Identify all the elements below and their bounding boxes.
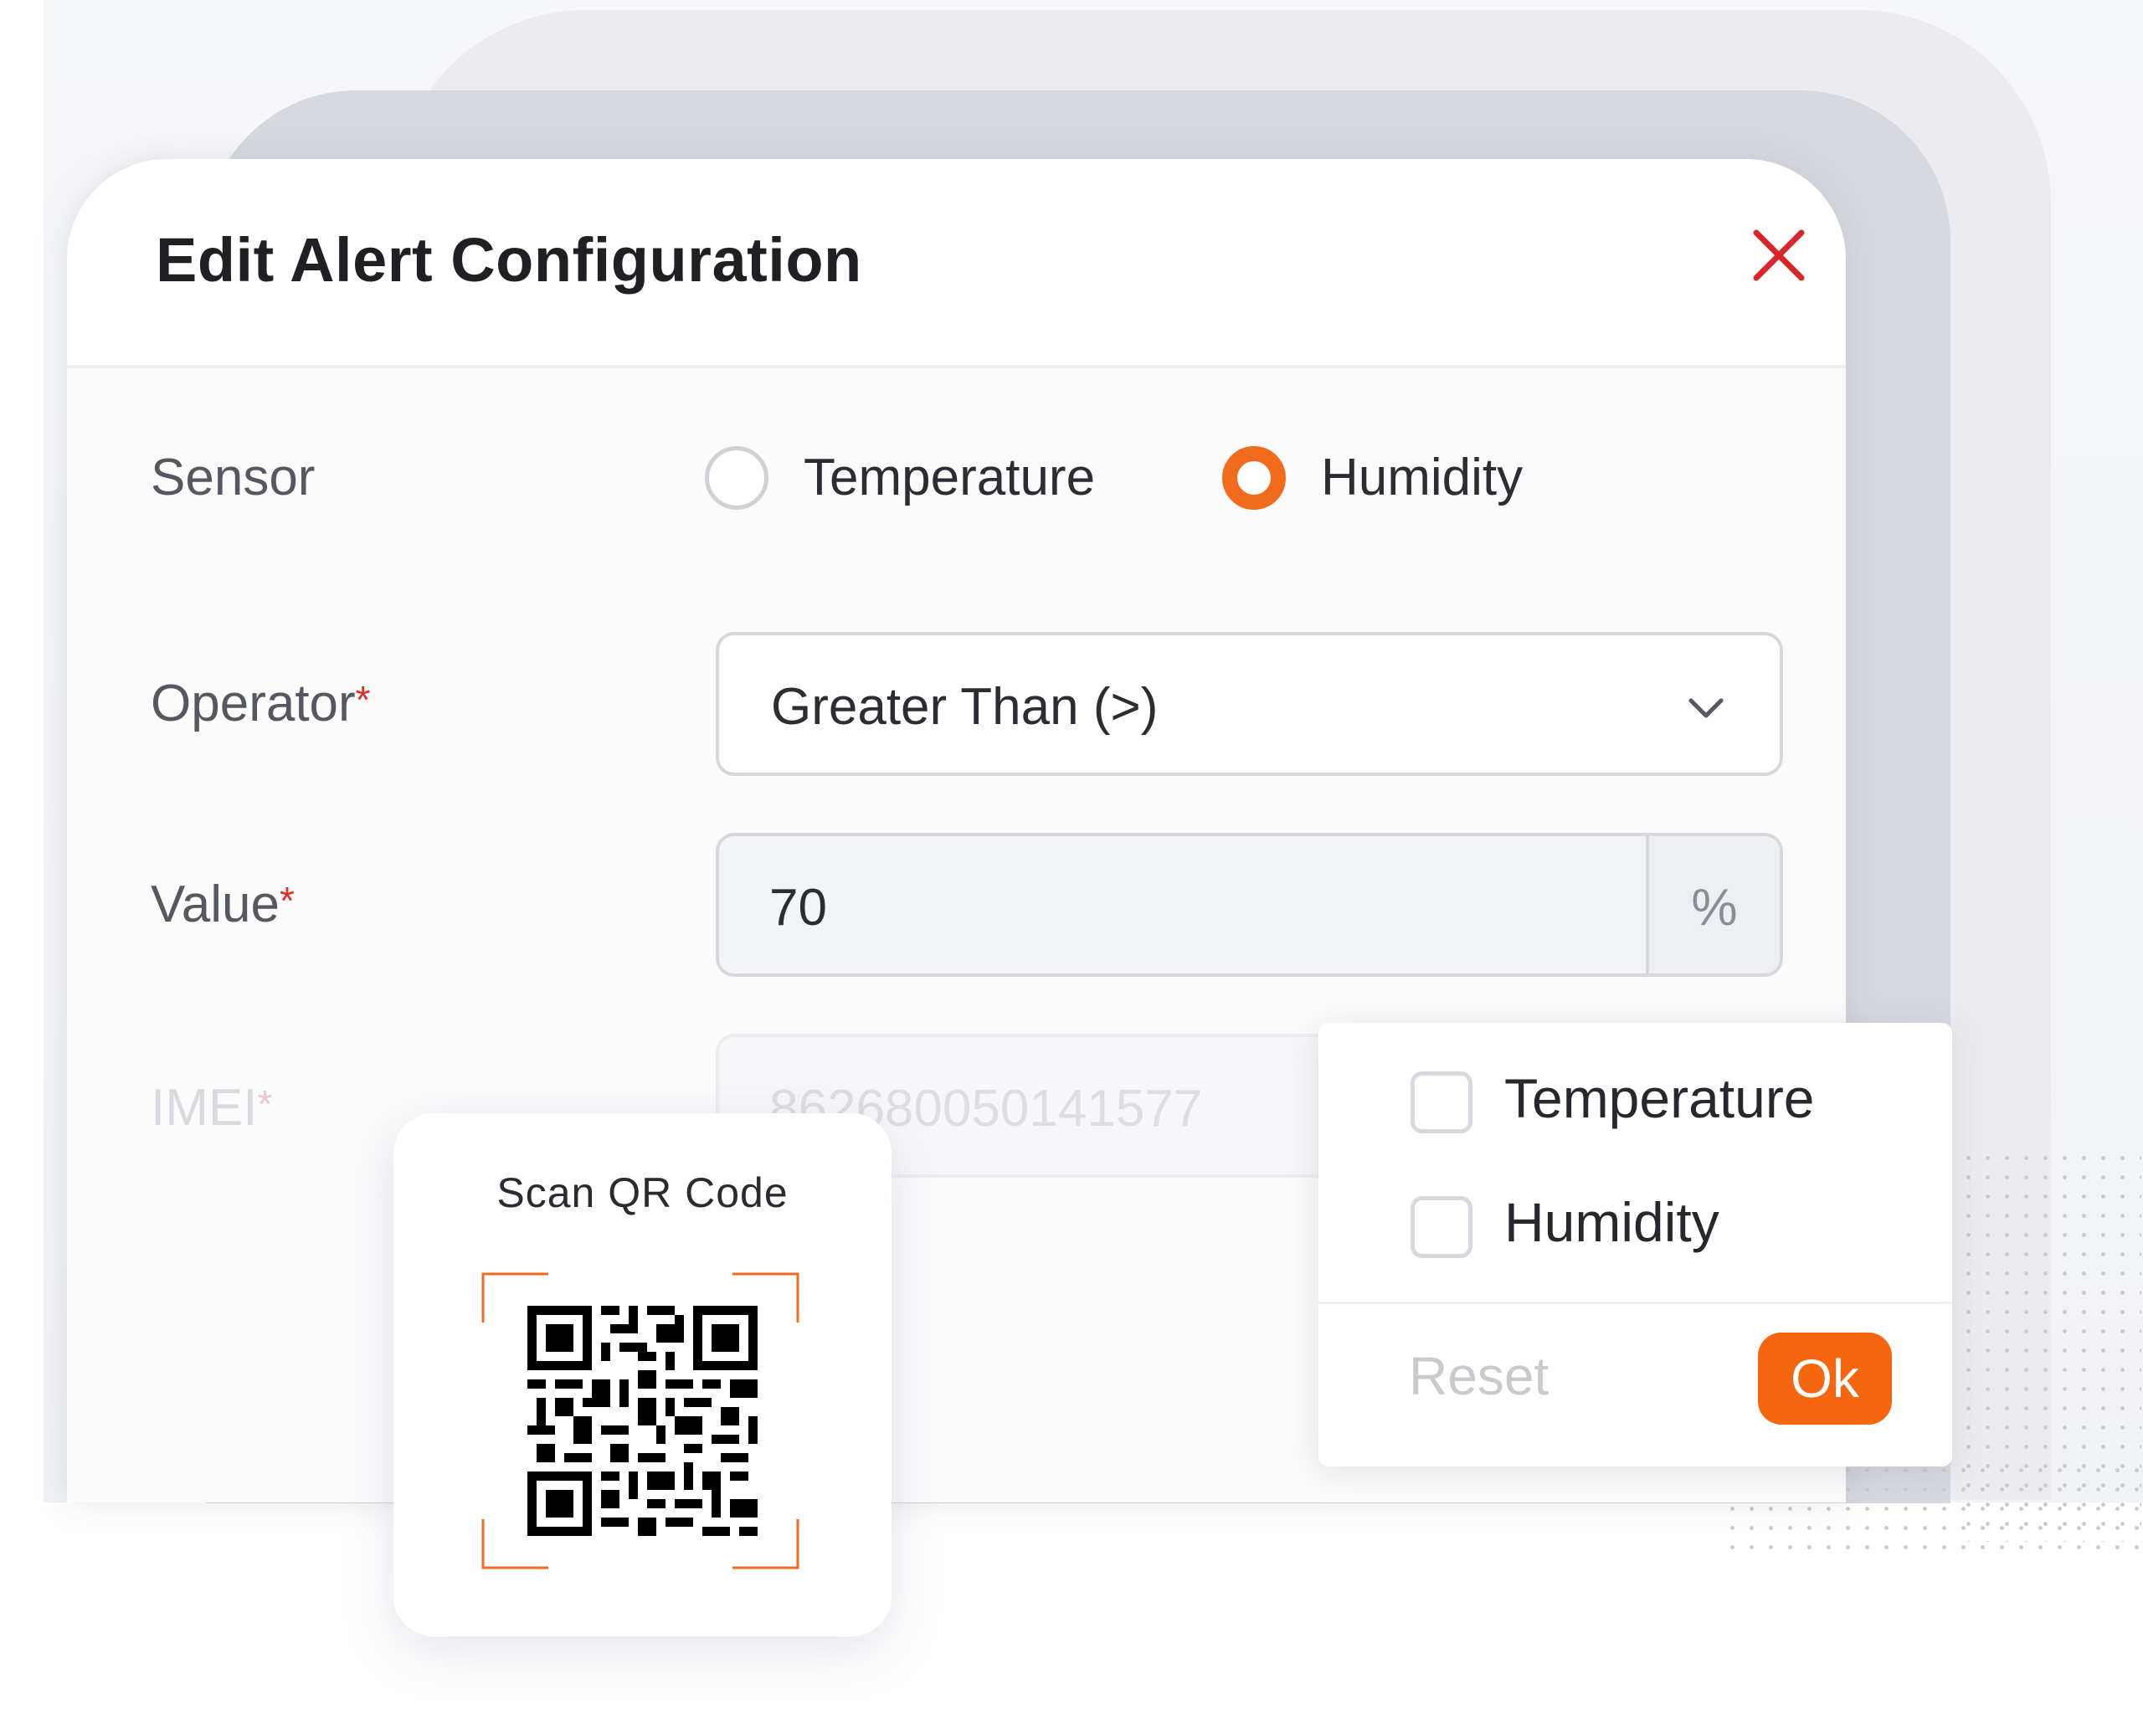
ok-button[interactable]: Ok xyxy=(1758,1333,1892,1425)
sensor-filter-popover: Temperature Humidity Reset Ok xyxy=(1318,1023,1952,1466)
qr-code-icon xyxy=(527,1306,758,1536)
radio-temperature[interactable] xyxy=(705,446,768,510)
popover-divider xyxy=(1318,1302,1952,1304)
checkbox-temperature-label[interactable]: Temperature xyxy=(1504,1066,1815,1130)
value-input[interactable]: 70 % xyxy=(716,833,1783,977)
qr-card-title: Scan QR Code xyxy=(496,1169,789,1216)
operator-label: Operator* xyxy=(151,674,371,733)
value-input-text[interactable]: 70 xyxy=(769,878,827,937)
required-mark: * xyxy=(279,879,295,922)
required-mark: * xyxy=(355,678,371,722)
chevron-down-icon[interactable] xyxy=(1683,684,1729,731)
radio-temperature-label[interactable]: Temperature xyxy=(804,448,1095,507)
unit-addon-text: % xyxy=(1691,879,1738,937)
radio-humidity-label[interactable]: Humidity xyxy=(1321,448,1523,507)
reset-button[interactable]: Reset xyxy=(1409,1345,1549,1407)
operator-label-text: Operator xyxy=(151,675,356,732)
operator-select-value: Greater Than (>) xyxy=(771,678,1159,736)
value-label-text: Value xyxy=(151,876,280,933)
checkbox-temperature[interactable] xyxy=(1411,1071,1472,1133)
qr-code-card: Scan QR Code xyxy=(393,1113,892,1636)
imei-label: IMEI* xyxy=(151,1078,272,1138)
value-label: Value* xyxy=(151,875,295,934)
imei-label-text: IMEI xyxy=(151,1079,258,1137)
required-mark: * xyxy=(257,1082,273,1126)
checkbox-humidity-label[interactable]: Humidity xyxy=(1504,1190,1719,1254)
unit-addon: % xyxy=(1646,836,1780,973)
sensor-label: Sensor xyxy=(151,449,316,506)
modal-header: Edit Alert Configuration xyxy=(67,159,1846,368)
modal-title: Edit Alert Configuration xyxy=(156,225,862,295)
operator-select[interactable]: Greater Than (>) xyxy=(716,632,1783,776)
radio-humidity[interactable] xyxy=(1222,446,1286,510)
close-icon[interactable] xyxy=(1750,226,1808,285)
checkbox-humidity[interactable] xyxy=(1411,1196,1472,1258)
